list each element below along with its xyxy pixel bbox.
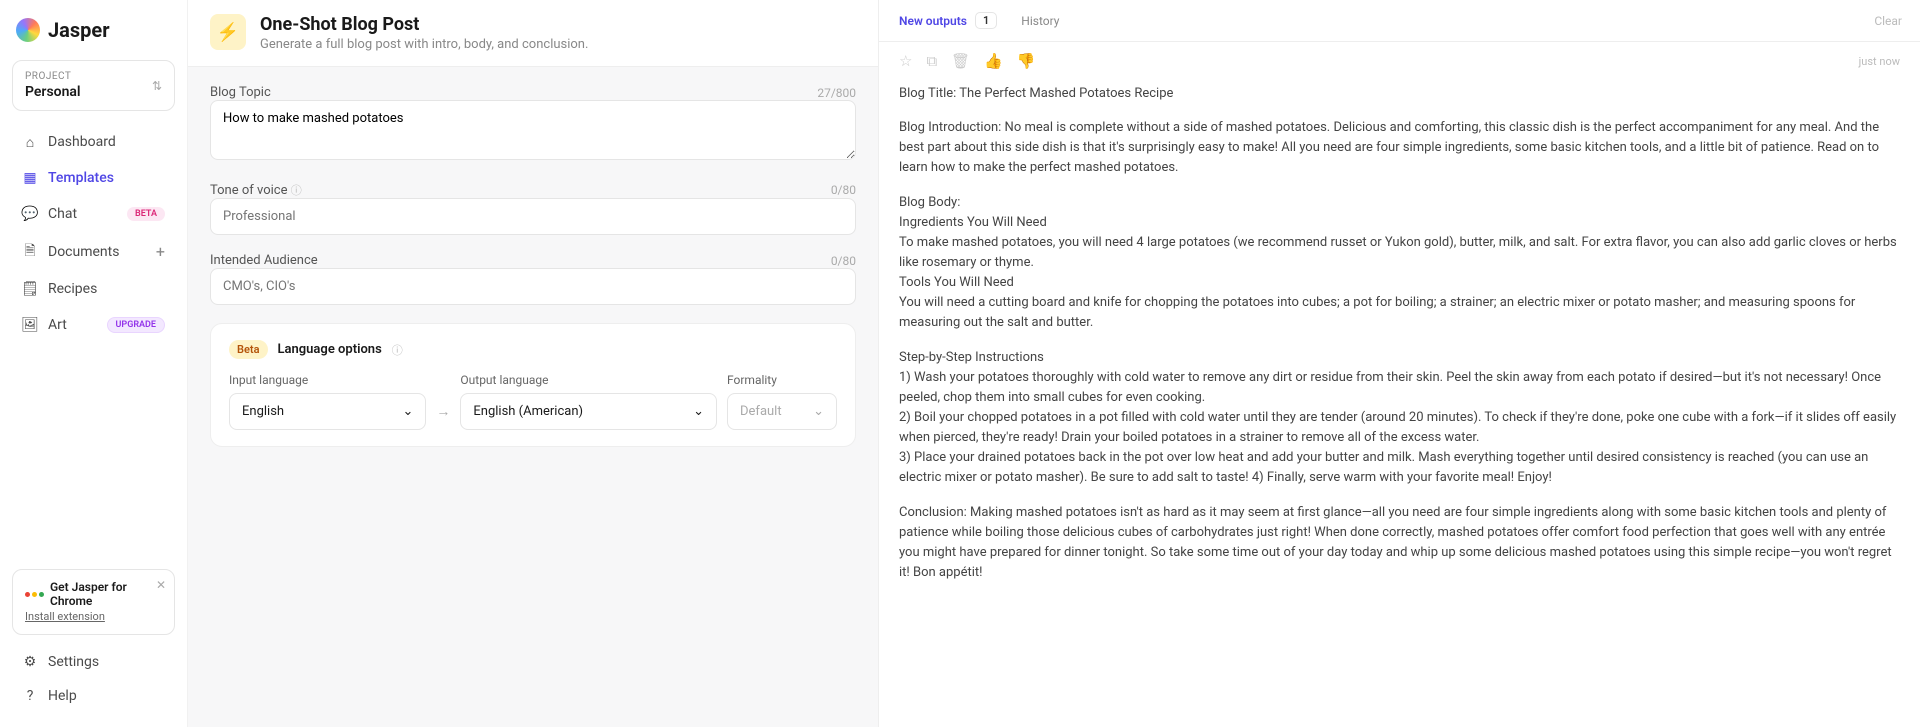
document-icon: 🗎 bbox=[22, 244, 38, 260]
language-options-card: Beta Language options ⓘ Input language E… bbox=[210, 323, 856, 447]
sidebar: Jasper PROJECT Personal ⇅ ⌂ Dashboard ▦ … bbox=[0, 0, 188, 727]
home-icon: ⌂ bbox=[22, 134, 38, 150]
output-language-label: Output language bbox=[460, 373, 717, 387]
copy-icon[interactable]: ⧉ bbox=[926, 52, 937, 70]
logo[interactable]: Jasper bbox=[12, 14, 175, 46]
formality-select[interactable]: Default ⌄ bbox=[727, 393, 837, 430]
output-language-select[interactable]: English (American) ⌄ bbox=[460, 393, 717, 430]
formality-label: Formality bbox=[727, 373, 837, 387]
project-label: PROJECT bbox=[25, 71, 81, 82]
thumbs-up-icon[interactable]: 👍 bbox=[984, 52, 1003, 70]
page-header: ⚡ One-Shot Blog Post Generate a full blo… bbox=[188, 0, 878, 67]
output-body: Blog Body: Ingredients You Will Need To … bbox=[899, 193, 1900, 334]
output-timestamp: just now bbox=[1859, 55, 1900, 68]
close-icon[interactable]: ✕ bbox=[156, 578, 166, 592]
tab-history[interactable]: History bbox=[1019, 10, 1061, 32]
nav-label: Chat bbox=[48, 206, 77, 222]
nav-label: Recipes bbox=[48, 281, 97, 297]
nav-label: Settings bbox=[48, 654, 99, 670]
chrome-title: Get Jasper for Chrome bbox=[25, 580, 162, 608]
nav-label: Dashboard bbox=[48, 134, 116, 150]
star-icon[interactable]: ☆ bbox=[899, 52, 912, 70]
input-language-select[interactable]: English ⌄ bbox=[229, 393, 426, 430]
logo-mark-icon bbox=[16, 18, 40, 42]
clear-button[interactable]: Clear bbox=[1874, 14, 1902, 28]
beta-badge: BETA bbox=[127, 207, 165, 221]
sidebar-item-settings[interactable]: ⚙ Settings bbox=[12, 645, 175, 679]
output-toolbar: ☆ ⧉ 🗑 👍 👎 just now bbox=[879, 42, 1920, 80]
tone-counter: 0/80 bbox=[831, 183, 856, 197]
beta-badge: Beta bbox=[229, 340, 268, 359]
info-icon[interactable]: ⓘ bbox=[291, 184, 302, 197]
chrome-extension-card: ✕ Get Jasper for Chrome Install extensio… bbox=[12, 569, 175, 635]
chevron-down-icon: ⌄ bbox=[402, 404, 413, 419]
tab-new-outputs[interactable]: New outputs 1 bbox=[897, 8, 999, 33]
output-tabs: New outputs 1 History Clear bbox=[879, 0, 1920, 42]
thumbs-down-icon[interactable]: 👎 bbox=[1017, 52, 1036, 70]
chevron-up-down-icon: ⇅ bbox=[152, 79, 162, 93]
page-subtitle: Generate a full blog post with intro, bo… bbox=[260, 37, 588, 52]
project-name: Personal bbox=[25, 84, 81, 100]
output-title: Blog Title: The Perfect Mashed Potatoes … bbox=[899, 84, 1900, 104]
sidebar-item-help[interactable]: ? Help bbox=[12, 679, 175, 713]
nav-label: Documents bbox=[48, 244, 119, 260]
form-panel: ⚡ One-Shot Blog Post Generate a full blo… bbox=[188, 0, 878, 727]
output-steps: Step-by-Step Instructions 1) Wash your p… bbox=[899, 348, 1900, 489]
audience-input[interactable] bbox=[210, 268, 856, 305]
lightning-icon: ⚡ bbox=[210, 14, 246, 50]
output-content: Blog Title: The Perfect Mashed Potatoes … bbox=[879, 80, 1920, 617]
nav-label: Help bbox=[48, 688, 77, 704]
blog-topic-counter: 27/800 bbox=[817, 86, 856, 100]
audience-label: Intended Audience bbox=[210, 253, 318, 268]
upgrade-badge: UPGRADE bbox=[107, 317, 165, 333]
audience-counter: 0/80 bbox=[831, 254, 856, 268]
trash-icon[interactable]: 🗑 bbox=[951, 52, 970, 70]
chevron-down-icon: ⌄ bbox=[693, 404, 704, 419]
sidebar-item-documents[interactable]: 🗎 Documents + bbox=[12, 233, 175, 270]
input-language-label: Input language bbox=[229, 373, 426, 387]
arrow-right-icon: → bbox=[436, 403, 450, 430]
output-intro: Blog Introduction: No meal is complete w… bbox=[899, 118, 1900, 178]
help-icon: ? bbox=[22, 688, 38, 704]
sidebar-item-chat[interactable]: 💬 Chat BETA bbox=[12, 197, 175, 231]
chat-icon: 💬 bbox=[22, 206, 38, 222]
plus-icon[interactable]: + bbox=[156, 242, 165, 261]
chrome-logo-icon bbox=[25, 592, 44, 597]
gear-icon: ⚙ bbox=[22, 654, 38, 670]
blog-topic-label: Blog Topic bbox=[210, 85, 271, 100]
nav-label: Templates bbox=[48, 170, 114, 186]
sidebar-item-art[interactable]: 🖼 Art UPGRADE bbox=[12, 308, 175, 342]
output-conclusion: Conclusion: Making mashed potatoes isn't… bbox=[899, 503, 1900, 584]
logo-text: Jasper bbox=[48, 18, 110, 42]
recipe-icon: 🗒 bbox=[22, 281, 38, 297]
tone-label: Tone of voice ⓘ bbox=[210, 182, 302, 198]
art-icon: 🖼 bbox=[22, 317, 38, 333]
output-count-badge: 1 bbox=[975, 12, 997, 29]
chevron-down-icon: ⌄ bbox=[813, 404, 824, 419]
tone-input[interactable] bbox=[210, 198, 856, 235]
nav: ⌂ Dashboard ▦ Templates 💬 Chat BETA 🗎 Do… bbox=[12, 125, 175, 342]
nav-label: Art bbox=[48, 317, 67, 333]
sidebar-item-dashboard[interactable]: ⌂ Dashboard bbox=[12, 125, 175, 159]
page-title: One-Shot Blog Post bbox=[260, 14, 588, 35]
grid-icon: ▦ bbox=[22, 170, 38, 186]
sidebar-item-templates[interactable]: ▦ Templates bbox=[12, 161, 175, 195]
language-options-title: Language options bbox=[278, 342, 382, 357]
blog-topic-input[interactable] bbox=[210, 100, 856, 160]
install-extension-link[interactable]: Install extension bbox=[25, 610, 105, 623]
output-panel: New outputs 1 History Clear ☆ ⧉ 🗑 👍 👎 ju… bbox=[878, 0, 1920, 727]
sidebar-item-recipes[interactable]: 🗒 Recipes bbox=[12, 272, 175, 306]
project-selector[interactable]: PROJECT Personal ⇅ bbox=[12, 60, 175, 111]
info-icon[interactable]: ⓘ bbox=[392, 342, 403, 358]
